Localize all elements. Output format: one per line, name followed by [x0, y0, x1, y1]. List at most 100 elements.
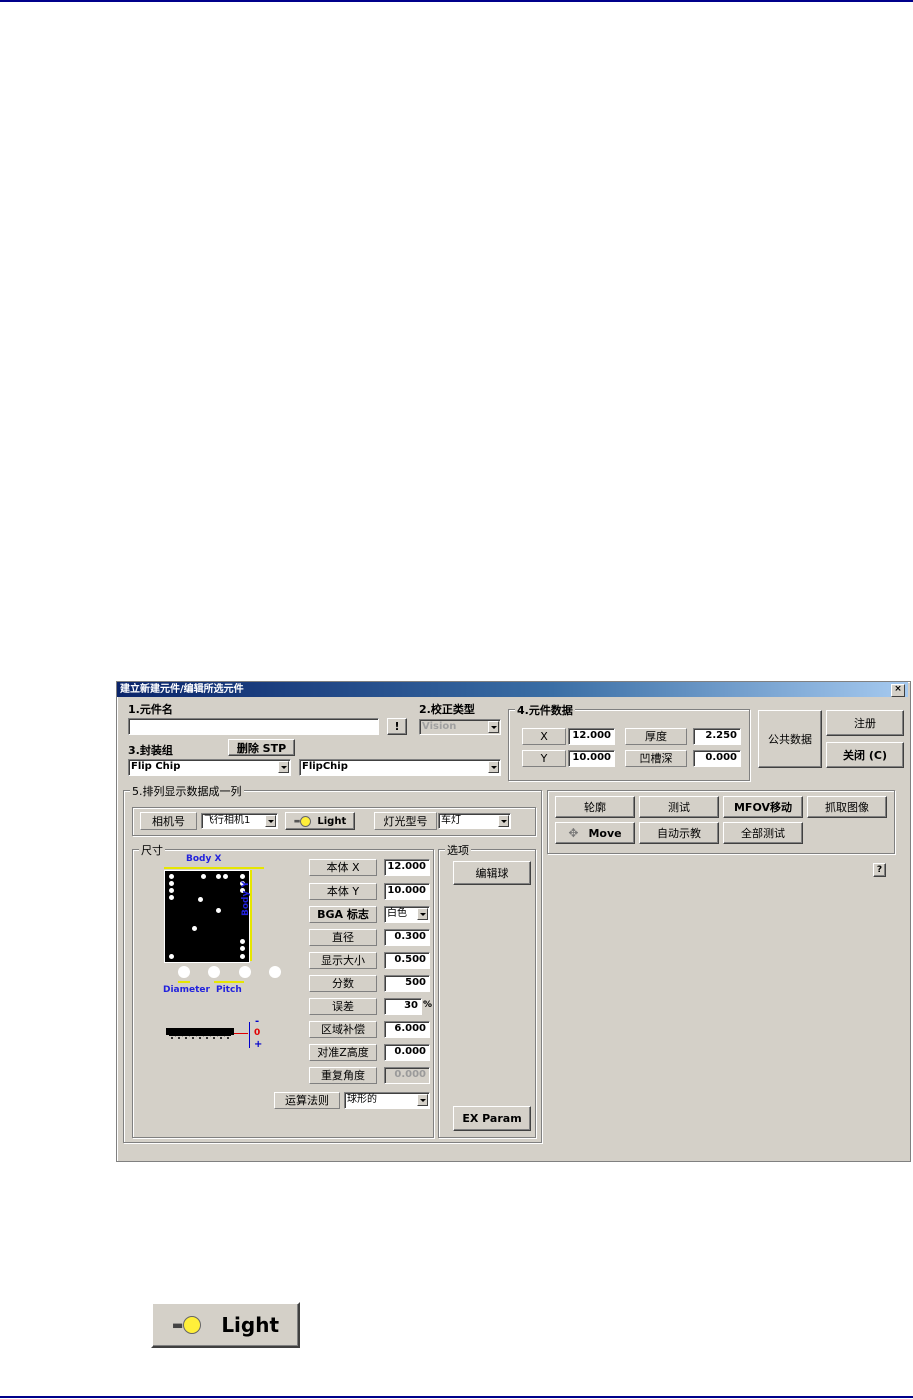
- area-comp-caption: 区域补偿: [309, 1021, 377, 1038]
- pitch-marker: [214, 981, 244, 983]
- package-name-value: FlipChip: [302, 761, 348, 772]
- thickness-field[interactable]: 2.250: [693, 728, 741, 745]
- diameter-marker: [178, 981, 190, 983]
- close-button[interactable]: 关闭 (C): [826, 742, 904, 768]
- chevron-down-icon: [498, 815, 509, 827]
- size-label: 尺寸: [139, 842, 165, 858]
- part-name-input[interactable]: [128, 718, 379, 735]
- area-comp-field[interactable]: 6.000: [384, 1021, 430, 1038]
- align-z-caption: 对准Z高度: [309, 1044, 377, 1061]
- align-z-field[interactable]: 0.000: [384, 1044, 430, 1061]
- dialog-title-bar: 建立新建元件/编辑所选元件 ×: [117, 682, 908, 697]
- algorithm-select[interactable]: 球形的: [344, 1092, 430, 1109]
- side-view-body: [166, 1028, 234, 1035]
- test-all-button[interactable]: 全部测试: [723, 822, 803, 844]
- body-y-param-field[interactable]: 10.000: [384, 883, 430, 900]
- body-x-param-caption: 本体 X: [309, 859, 377, 876]
- edit-ball-button[interactable]: 编辑球: [453, 861, 531, 885]
- package-group-select[interactable]: Flip Chip: [128, 759, 291, 776]
- body-x-param-field[interactable]: 12.000: [384, 859, 430, 876]
- algorithm-value: 球形的: [347, 1094, 377, 1105]
- ball-dot: [240, 874, 245, 879]
- camera-select[interactable]: 飞行相机1: [201, 813, 278, 829]
- part-name-exclaim-button[interactable]: !: [387, 718, 407, 735]
- ex-param-button[interactable]: EX Param: [453, 1106, 531, 1131]
- part-data-label: 4.元件数据: [515, 702, 575, 718]
- z-zero: 0: [254, 1028, 261, 1038]
- common-data-button[interactable]: 公共数据: [758, 710, 822, 768]
- package-name-select[interactable]: FlipChip: [299, 759, 501, 776]
- score-field[interactable]: 500: [384, 975, 430, 992]
- grab-image-button[interactable]: 抓取图像: [807, 796, 887, 818]
- ball-dot: [169, 954, 174, 959]
- options-label: 选项: [445, 842, 471, 858]
- calibration-select[interactable]: Vision: [419, 719, 501, 735]
- groove-caption: 凹槽深: [625, 750, 687, 767]
- tolerance-unit: %: [423, 1000, 433, 1010]
- repeat-angle-field[interactable]: 0.000: [384, 1067, 430, 1084]
- ball-dot: [216, 874, 221, 879]
- register-button[interactable]: 注册: [826, 710, 904, 736]
- bga-mark-caption: BGA 标志: [309, 906, 377, 923]
- z-minus: -: [255, 1016, 260, 1027]
- x-field[interactable]: 12.000: [568, 728, 615, 745]
- light-bulb-icon: ▬: [172, 1316, 202, 1334]
- groove-field[interactable]: 0.000: [693, 750, 741, 767]
- bga-mark-select[interactable]: 白色: [384, 906, 430, 923]
- auto-teach-button[interactable]: 自动示教: [639, 822, 719, 844]
- camera-caption: 相机号: [140, 812, 197, 830]
- y-caption: Y: [522, 750, 566, 767]
- calibration-value: Vision: [422, 721, 457, 732]
- light-button-label: Light: [317, 815, 347, 827]
- ball-dot: [192, 926, 197, 931]
- tolerance-field[interactable]: 30: [384, 998, 422, 1015]
- contour-button[interactable]: 轮廓: [555, 796, 635, 818]
- chevron-down-icon: [417, 908, 428, 920]
- move-button[interactable]: ✥ Move: [555, 822, 635, 844]
- body-x-caption: Body X: [186, 854, 222, 864]
- body-x-marker: [164, 867, 264, 869]
- ball-dot: [169, 895, 174, 900]
- algorithm-caption: 运算法则: [274, 1092, 340, 1109]
- ball-dot: [240, 939, 245, 944]
- package-group-value: Flip Chip: [131, 761, 181, 772]
- diameter-param-caption: 直径: [309, 929, 377, 946]
- bga-mark-value: 白色: [387, 908, 407, 919]
- diameter-param-field[interactable]: 0.300: [384, 929, 430, 946]
- lamp-select[interactable]: 车灯: [438, 813, 511, 829]
- dialog-title: 建立新建元件/编辑所选元件: [120, 684, 244, 695]
- light-bulb-icon: ▬: [294, 815, 312, 827]
- header-rule: [0, 0, 913, 2]
- help-icon[interactable]: ?: [873, 863, 886, 877]
- x-caption: X: [522, 728, 566, 745]
- light-button-zoom-label: Light: [221, 1313, 280, 1337]
- actions-group: 轮廓 测试 MFOV移动 抓取图像 ✥ Move 自动示教 全部测试: [547, 790, 895, 854]
- ball-dot: [240, 946, 245, 951]
- ball-dot: [201, 874, 206, 879]
- lamp-value: 车灯: [441, 815, 461, 826]
- ball-sample: [208, 966, 220, 978]
- light-button-zoom[interactable]: ▬ Light: [151, 1302, 300, 1348]
- move-button-label: Move: [588, 826, 622, 840]
- ball-dot: [169, 888, 174, 893]
- bulb-glyph: [300, 815, 312, 827]
- ball-dot: [240, 954, 245, 959]
- close-icon[interactable]: ×: [891, 684, 905, 697]
- part-name-label: 1.元件名: [128, 703, 173, 716]
- body-y-param-caption: 本体 Y: [309, 883, 377, 900]
- delete-stp-button[interactable]: 删除 STP: [228, 739, 295, 756]
- size-group: 尺寸 Body X Body Y Diameter Pitch - 0 + 本体…: [132, 842, 434, 1138]
- body-y-caption: Body Y: [241, 880, 251, 916]
- repeat-angle-caption: 重复角度: [309, 1067, 377, 1084]
- chevron-down-icon: [278, 761, 289, 773]
- bulb-glyph: [183, 1316, 202, 1334]
- y-field[interactable]: 10.000: [568, 750, 615, 767]
- light-button[interactable]: ▬ Light: [285, 812, 355, 830]
- chevron-down-icon: [417, 1094, 428, 1106]
- z-axis-line: [249, 1022, 250, 1048]
- mfov-move-button[interactable]: MFOV移动: [723, 796, 803, 818]
- display-size-field[interactable]: 0.500: [384, 952, 430, 969]
- ball-dot: [223, 874, 228, 879]
- part-data-group: 4.元件数据 X 12.000 厚度 2.250 Y 10.000 凹槽深 0.…: [508, 702, 750, 781]
- test-button[interactable]: 测试: [639, 796, 719, 818]
